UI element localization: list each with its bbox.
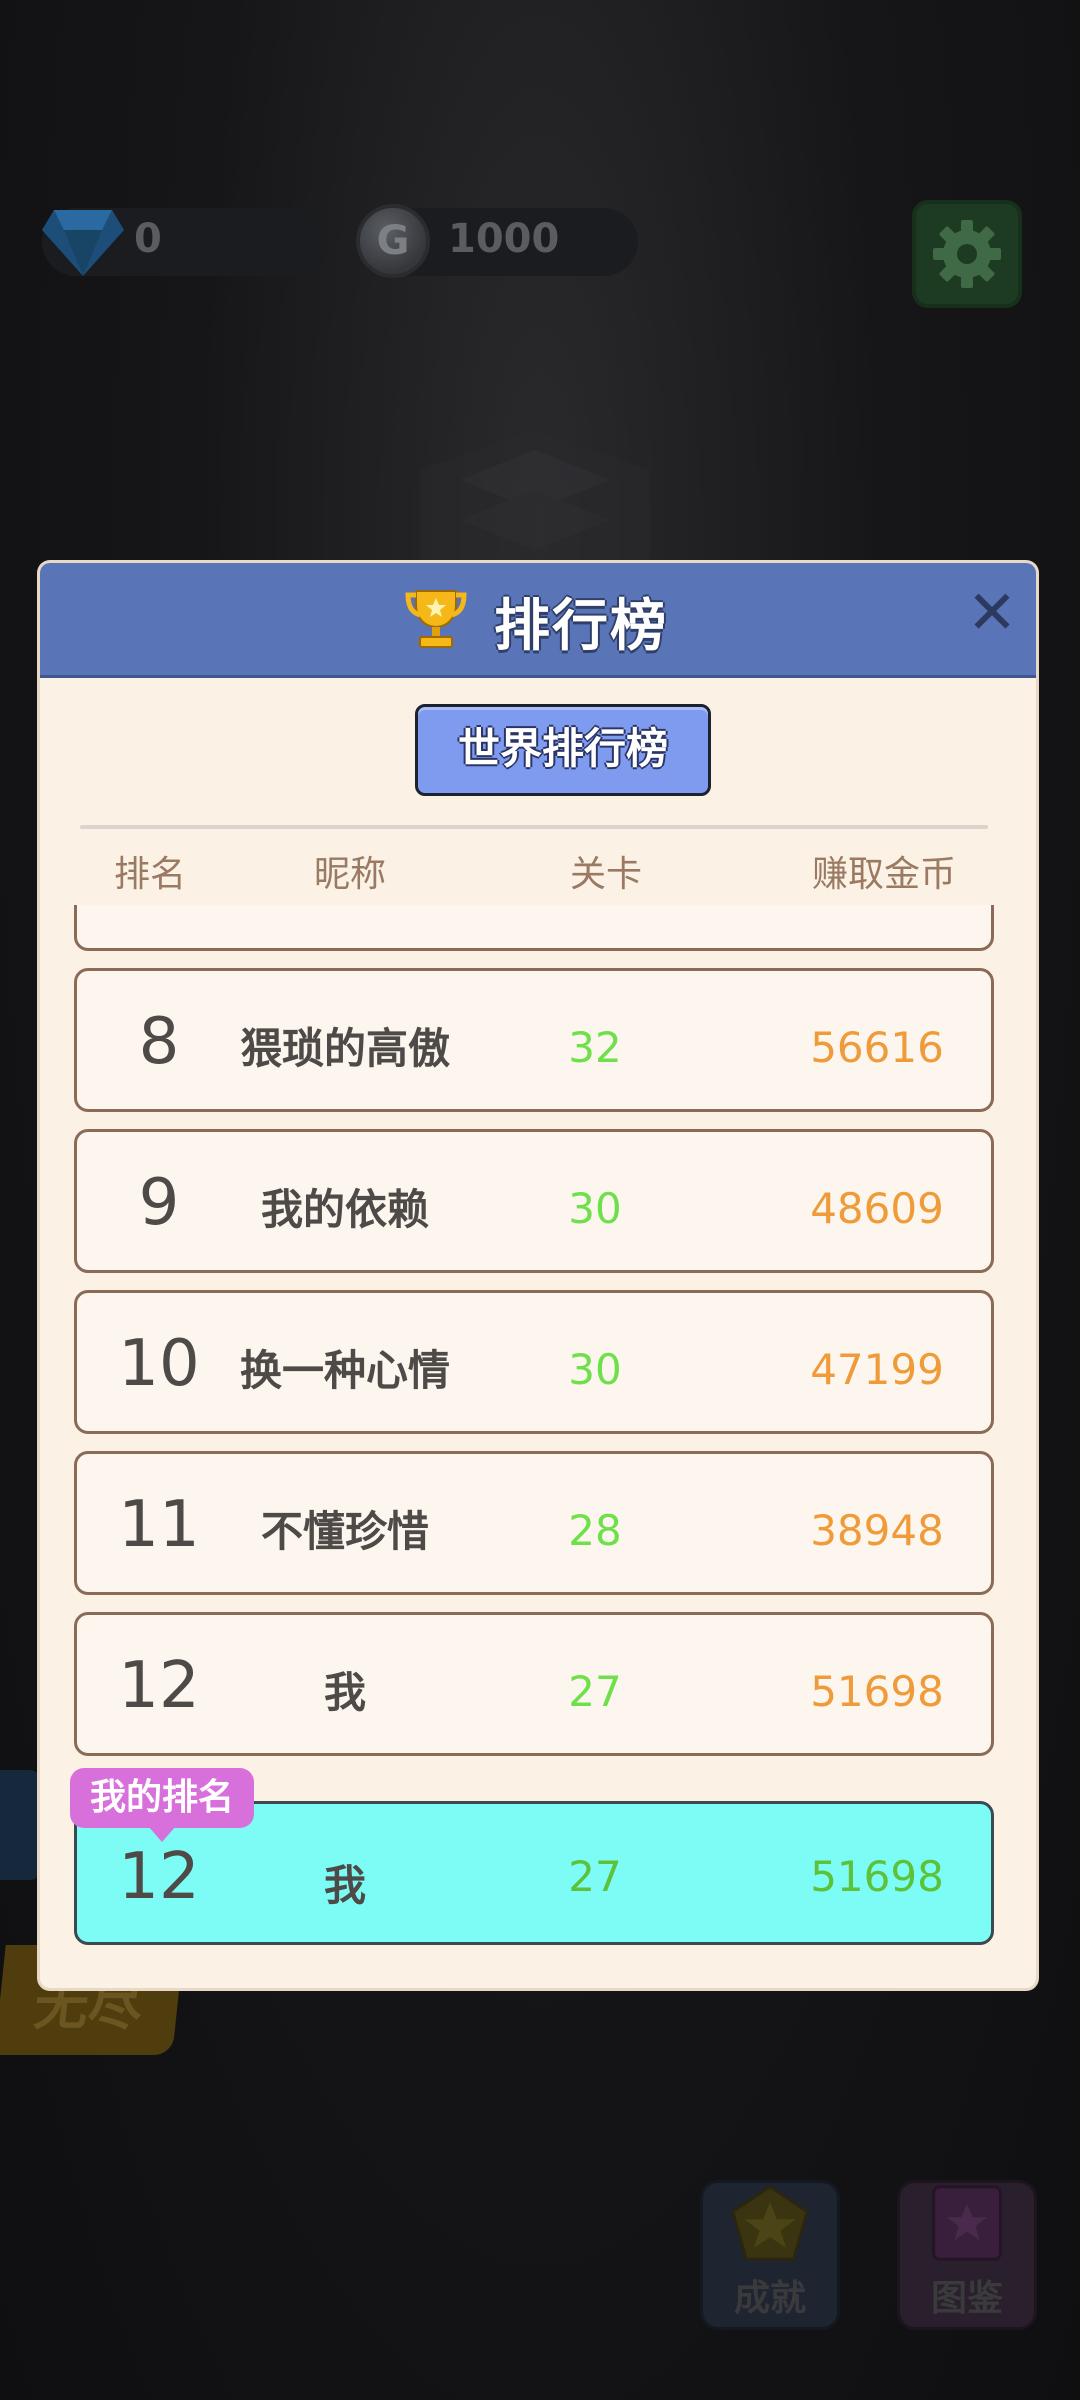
divider [80, 825, 988, 829]
coins-cell: 56616 [810, 1023, 944, 1072]
rank-cell: 12 [118, 1649, 200, 1723]
trophy-icon [405, 590, 467, 648]
column-header-rank: 排名 [114, 854, 187, 895]
nickname-cell: 不懂珍惜 [260, 1507, 429, 1556]
my-level-cell: 27 [568, 1852, 622, 1901]
rank-cell: 10 [118, 1327, 200, 1401]
nickname-cell: 我 [323, 1668, 366, 1717]
leaderboard-list[interactable]: 8 猥琐的高傲 32 56616 9 我的依赖 30 48609 10 换一种心… [40, 905, 1036, 1765]
achievements-button[interactable]: 成就 [700, 2180, 840, 2330]
column-header-level: 关卡 [570, 854, 643, 895]
level-cell: 30 [568, 1184, 622, 1233]
coins-cell: 51698 [810, 1667, 944, 1716]
modal-title: 排行榜 [494, 594, 668, 659]
gem-count: 0 [134, 216, 162, 262]
table-row: 8 猥琐的高傲 32 56616 [74, 968, 994, 1112]
column-header-coins: 赚取金币 [812, 854, 957, 895]
table-row: 10 换一种心情 30 47199 [74, 1290, 994, 1434]
my-rank-cell: 12 [118, 1840, 200, 1914]
diamond-icon [42, 210, 124, 276]
achievements-label: 成就 [733, 2278, 806, 2319]
column-header-nickname: 昵称 [314, 854, 387, 895]
atlas-button[interactable]: 图鉴 [897, 2180, 1037, 2330]
star-badge-icon [731, 2185, 809, 2261]
nickname-cell: 猥琐的高傲 [239, 1024, 450, 1073]
nickname-cell: 我的依赖 [260, 1185, 429, 1234]
gem-counter: 0 [42, 208, 328, 276]
level-cell: 32 [568, 1023, 622, 1072]
my-nickname-cell: 我 [323, 1861, 366, 1910]
leaderboard-modal: 排行榜 ✕ 世界排行榜 排名 昵称 关卡 赚取金币 8 猥琐的高傲 32 566… [40, 563, 1036, 1988]
table-row: 12 我 27 51698 [74, 1612, 994, 1756]
rank-cell: 9 [138, 1166, 180, 1240]
nickname-cell: 换一种心情 [239, 1346, 450, 1395]
close-button[interactable]: ✕ [964, 583, 1020, 643]
my-coins-cell: 51698 [810, 1852, 944, 1901]
modal-header: 排行榜 ✕ [40, 563, 1036, 678]
level-cell: 28 [568, 1506, 622, 1555]
settings-button[interactable] [912, 200, 1022, 308]
table-row: 11 不懂珍惜 28 38948 [74, 1451, 994, 1595]
coin-icon: G [356, 204, 430, 278]
rank-cell: 8 [138, 1005, 180, 1079]
coin-count: 1000 [448, 216, 560, 262]
side-tab[interactable] [0, 1770, 40, 1880]
coin-counter: G 1000 [356, 204, 638, 278]
table-row [74, 905, 994, 951]
coins-cell: 47199 [810, 1345, 944, 1394]
coins-cell: 38948 [810, 1506, 944, 1555]
coins-cell: 48609 [810, 1184, 944, 1233]
atlas-label: 图鉴 [930, 2278, 1003, 2319]
rank-cell: 11 [118, 1488, 200, 1562]
book-icon [932, 2185, 1002, 2261]
table-row: 9 我的依赖 30 48609 [74, 1129, 994, 1273]
gear-icon [933, 220, 1001, 288]
level-cell: 27 [568, 1667, 622, 1716]
level-cell: 30 [568, 1345, 622, 1394]
my-rank-badge: 我的排名 [70, 1768, 254, 1842]
tab-world-leaderboard[interactable]: 世界排行榜 [415, 704, 711, 796]
